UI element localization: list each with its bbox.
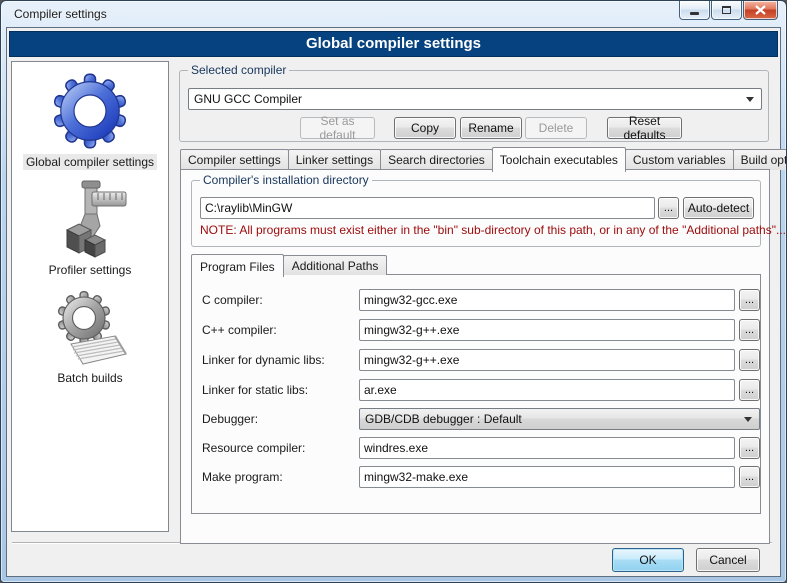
c-compiler-browse-button[interactable]: ... <box>739 289 760 311</box>
installation-directory-input[interactable] <box>200 197 655 219</box>
sidebar-item-label: Profiler settings <box>46 262 135 278</box>
delete-button: Delete <box>525 117 587 139</box>
resource-compiler-input[interactable] <box>359 437 735 459</box>
selected-compiler-value: GNU GCC Compiler <box>194 92 302 106</box>
blue-gear-icon <box>51 72 129 150</box>
tab-toolchain-executables[interactable]: Toolchain executables <box>492 147 626 172</box>
cpp-compiler-label: C++ compiler: <box>202 323 277 337</box>
ok-button[interactable]: OK <box>612 548 684 572</box>
debugger-label: Debugger: <box>202 412 258 426</box>
window-title: Compiler settings <box>14 7 107 21</box>
installation-directory-note: NOTE: All programs must exist either in … <box>200 223 786 237</box>
make-program-label: Make program: <box>202 470 283 484</box>
tab-build-options[interactable]: Build options <box>733 149 787 170</box>
maximize-icon <box>722 6 731 14</box>
make-program-browse-button[interactable]: ... <box>739 466 760 488</box>
resource-compiler-browse-button[interactable]: ... <box>739 437 760 459</box>
settings-category-list: Global compiler settings <box>11 61 169 532</box>
toolchain-executables-panel: Compiler's installation directory ... Au… <box>180 169 770 544</box>
make-program-row: Make program: ... <box>192 466 760 488</box>
sidebar-item-batch-builds[interactable]: Batch builds <box>51 288 129 386</box>
installation-directory-group-label: Compiler's installation directory <box>200 173 372 187</box>
caliper-icon <box>51 180 129 258</box>
resource-compiler-row: Resource compiler: ... <box>192 437 760 459</box>
tab-custom-variables[interactable]: Custom variables <box>625 149 734 170</box>
selected-compiler-group: Selected compiler GNU GCC Compiler Set a… <box>179 70 769 142</box>
tab-program-files[interactable]: Program Files <box>191 254 284 277</box>
c-compiler-label: C compiler: <box>202 293 263 307</box>
program-files-page: C compiler: ... C++ compiler: ... Linker… <box>191 274 761 514</box>
dynamic-linker-row: Linker for dynamic libs: ... <box>192 349 760 371</box>
settings-tabbar: Compiler settings Linker settings Search… <box>180 147 770 170</box>
sidebar-item-global-compiler-settings[interactable]: Global compiler settings <box>23 72 157 170</box>
programs-tabbar: Program Files Additional Paths <box>191 253 386 275</box>
cpp-compiler-row: C++ compiler: ... <box>192 319 760 341</box>
sidebar-item-label: Batch builds <box>54 370 125 386</box>
gray-gear-papers-icon <box>51 288 129 366</box>
static-linker-label: Linker for static libs: <box>202 383 308 397</box>
minimize-icon <box>690 12 699 15</box>
maximize-button[interactable] <box>711 1 742 20</box>
close-icon <box>755 5 766 15</box>
debugger-row: Debugger: GDB/CDB debugger : Default <box>192 408 760 430</box>
make-program-input[interactable] <box>359 466 735 488</box>
page-title: Global compiler settings <box>9 31 778 57</box>
installation-directory-browse-button[interactable]: ... <box>658 197 679 219</box>
static-linker-input[interactable] <box>359 379 735 401</box>
sidebar-item-label: Global compiler settings <box>23 154 157 170</box>
debugger-value: GDB/CDB debugger : Default <box>365 412 522 426</box>
selected-compiler-group-label: Selected compiler <box>188 63 289 77</box>
c-compiler-input[interactable] <box>359 289 735 311</box>
dynamic-linker-browse-button[interactable]: ... <box>739 349 760 371</box>
tab-search-directories[interactable]: Search directories <box>380 149 493 170</box>
tab-linker-settings[interactable]: Linker settings <box>288 149 381 170</box>
installation-directory-group: Compiler's installation directory ... Au… <box>191 180 761 247</box>
set-as-default-button: Set as default <box>300 117 375 139</box>
cancel-button[interactable]: Cancel <box>696 548 760 572</box>
c-compiler-row: C compiler: ... <box>192 289 760 311</box>
sidebar-item-profiler-settings[interactable]: Profiler settings <box>46 180 135 278</box>
compiler-settings-window: Compiler settings Global compiler settin… <box>0 0 787 583</box>
caption-buttons <box>678 1 778 20</box>
cpp-compiler-input[interactable] <box>359 319 735 341</box>
dynamic-linker-input[interactable] <box>359 349 735 371</box>
chevron-down-icon <box>744 417 752 422</box>
tab-compiler-settings[interactable]: Compiler settings <box>180 149 289 170</box>
debugger-combo[interactable]: GDB/CDB debugger : Default <box>359 408 760 430</box>
dialog-client-area: Global compiler settings <box>6 27 781 577</box>
resource-compiler-label: Resource compiler: <box>202 441 305 455</box>
minimize-button[interactable] <box>679 1 710 20</box>
dynamic-linker-label: Linker for dynamic libs: <box>202 353 325 367</box>
reset-defaults-button[interactable]: Reset defaults <box>607 117 682 139</box>
static-linker-row: Linker for static libs: ... <box>192 379 760 401</box>
titlebar[interactable]: Compiler settings <box>1 1 786 27</box>
static-linker-browse-button[interactable]: ... <box>739 379 760 401</box>
cpp-compiler-browse-button[interactable]: ... <box>739 319 760 341</box>
auto-detect-button[interactable]: Auto-detect <box>683 197 754 219</box>
rename-button[interactable]: Rename <box>460 117 522 139</box>
selected-compiler-combo[interactable]: GNU GCC Compiler <box>188 88 762 110</box>
tab-additional-paths[interactable]: Additional Paths <box>283 255 388 275</box>
chevron-down-icon <box>746 97 754 102</box>
copy-button[interactable]: Copy <box>394 117 456 139</box>
close-button[interactable] <box>743 1 778 20</box>
